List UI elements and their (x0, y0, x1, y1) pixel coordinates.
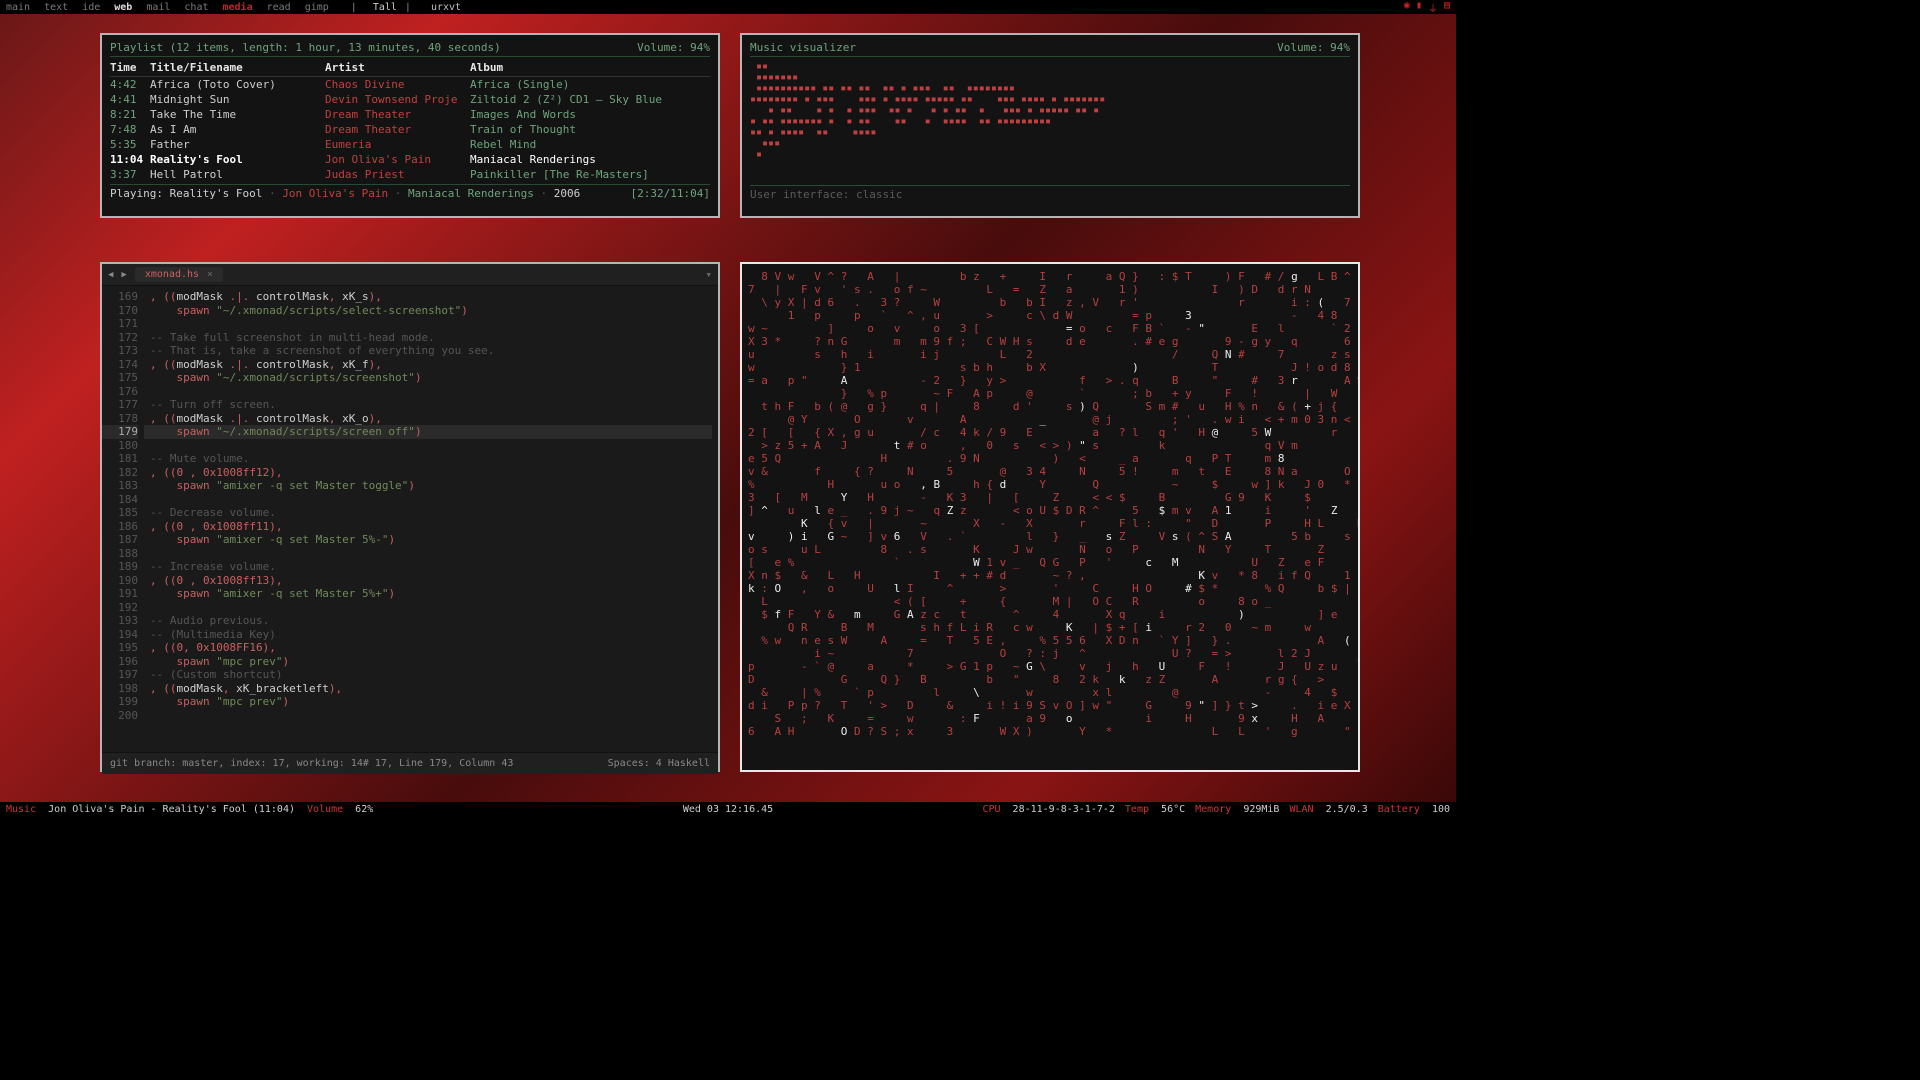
playlist-pane[interactable]: Playlist (12 items, length: 1 hour, 13 m… (100, 33, 720, 218)
playlist-row[interactable]: 5:35FatherEumeriaRebel Mind (110, 137, 710, 152)
editor-status-left: git branch: master, index: 17, working: … (110, 758, 513, 769)
tray-icon[interactable]: ◉ (1404, 0, 1410, 15)
visualizer-footer: User interface: classic (750, 185, 1350, 201)
col-time: Time (110, 61, 150, 74)
wlan-label: WLAN (1289, 804, 1313, 815)
battery-value: 100 (1432, 804, 1450, 815)
playlist-row[interactable]: 11:04Reality's FoolJon Oliva's PainMania… (110, 152, 710, 167)
editor-status-right: Spaces: 4 Haskell (608, 758, 710, 769)
playlist-row[interactable]: 4:41Midnight SunDevin Townsend ProjeZilt… (110, 92, 710, 107)
separator: | (351, 2, 357, 13)
playlist-row[interactable]: 4:42Africa (Toto Cover)Chaos DivineAfric… (110, 77, 710, 92)
nav-back-icon[interactable]: ◀ (108, 270, 113, 280)
tray-icon[interactable]: ▮ (1416, 0, 1422, 15)
wlan-value: 2.5/0.3 (1326, 804, 1368, 815)
battery-label: Battery (1378, 804, 1420, 815)
workspace-main[interactable]: main (6, 2, 30, 13)
memory-value: 929MiB (1243, 804, 1279, 815)
tab-dropdown-icon[interactable]: ▾ (705, 268, 712, 281)
editor-tab[interactable]: xmonad.hs × (135, 267, 223, 282)
volume-value: 62% (355, 804, 373, 815)
col-artist: Artist (325, 61, 470, 74)
workspace-ide[interactable]: ide (82, 2, 100, 13)
editor-statusbar: git branch: master, index: 17, working: … (102, 752, 718, 774)
playlist-summary: Playlist (12 items, length: 1 hour, 13 m… (110, 41, 501, 54)
system-tray: ◉ ▮ ⏚ ▤ (1404, 0, 1450, 15)
matrix-terminal-pane[interactable]: 8 V w V ^ ? A | b z + I r a Q } : $ T ) … (740, 262, 1360, 772)
workspace-media[interactable]: media (223, 2, 253, 13)
now-playing-album: Maniacal Renderings (408, 187, 534, 200)
playlist-row[interactable]: 8:21Take The TimeDream TheaterImages And… (110, 107, 710, 122)
volume-indicator: Volume: 94% (1277, 41, 1350, 54)
volume-indicator: Volume: 94% (637, 41, 710, 54)
top-statusbar: main text ide web mail chat media read gimp | Ta… (0, 0, 1456, 14)
playlist-row[interactable]: 7:48As I AmDream TheaterTrain of Thought (110, 122, 710, 137)
workspace-chat[interactable]: chat (184, 2, 208, 13)
workspace-web[interactable]: web (114, 2, 132, 13)
tray-icon[interactable]: ⏚ (1428, 0, 1438, 15)
workspace-gimp[interactable]: gimp (305, 2, 329, 13)
layout-indicator[interactable]: Tall (373, 2, 397, 13)
cpu-value: 28-11-9-8-3-1-7-2 (1013, 804, 1115, 815)
memory-label: Memory (1195, 804, 1231, 815)
cpu-label: CPU (982, 804, 1000, 815)
workspace-read[interactable]: read (267, 2, 291, 13)
clock: Wed 03 12:16.45 (683, 804, 773, 815)
tab-filename: xmonad.hs (145, 269, 199, 280)
spectrum-display: ▪▪ ▪▪▪▪▪▪▪ ▪▪▪▪▪▪▪▪▪▪ ▪▪ ▪▪ ▪▪ ▪▪ ▪ ▪▪▪ … (750, 61, 1350, 181)
now-playing-label: Playing: (110, 187, 163, 200)
now-playing-title: Reality's Fool (170, 187, 263, 200)
visualizer-pane[interactable]: Music visualizer Volume: 94% ▪▪ ▪▪▪▪▪▪▪ … (740, 33, 1360, 218)
playlist-columns: Time Title/Filename Artist Album (110, 59, 710, 77)
temp-value: 56°C (1161, 804, 1185, 815)
col-title: Title/Filename (150, 61, 325, 74)
music-track: Jon Oliva's Pain - Reality's Fool (11:04… (48, 804, 295, 815)
temp-label: Temp (1125, 804, 1149, 815)
editor-tabbar: ◀ ▶ xmonad.hs × ▾ (102, 264, 718, 286)
workspace-mail[interactable]: mail (146, 2, 170, 13)
editor-pane[interactable]: ◀ ▶ xmonad.hs × ▾ 1691701711721731741751… (100, 262, 720, 772)
line-number-gutter: 1691701711721731741751761771781791801811… (102, 286, 144, 752)
col-album: Album (470, 61, 710, 74)
bottom-statusbar: Music Jon Oliva's Pain - Reality's Fool … (0, 802, 1456, 816)
now-playing-year: 2006 (554, 187, 581, 200)
separator: | (405, 2, 411, 13)
playback-position: [2:32/11:04] (631, 187, 710, 200)
nav-forward-icon[interactable]: ▶ (121, 270, 126, 280)
tray-icon[interactable]: ▤ (1444, 0, 1450, 15)
playlist-footer: Playing: Reality's Fool · Jon Oliva's Pa… (110, 184, 710, 200)
code-editor[interactable]: , ((modMask .|. controlMask, xK_s), spaw… (144, 286, 718, 752)
visualizer-title: Music visualizer (750, 41, 856, 54)
workspace-text[interactable]: text (44, 2, 68, 13)
now-playing-artist: Jon Oliva's Pain (282, 187, 388, 200)
playlist-row[interactable]: 3:37Hell PatrolJudas PriestPainkiller [T… (110, 167, 710, 182)
close-icon[interactable]: × (207, 269, 213, 280)
volume-label: Volume (307, 804, 343, 815)
window-title: urxvt (431, 2, 461, 13)
music-label: Music (6, 804, 36, 815)
